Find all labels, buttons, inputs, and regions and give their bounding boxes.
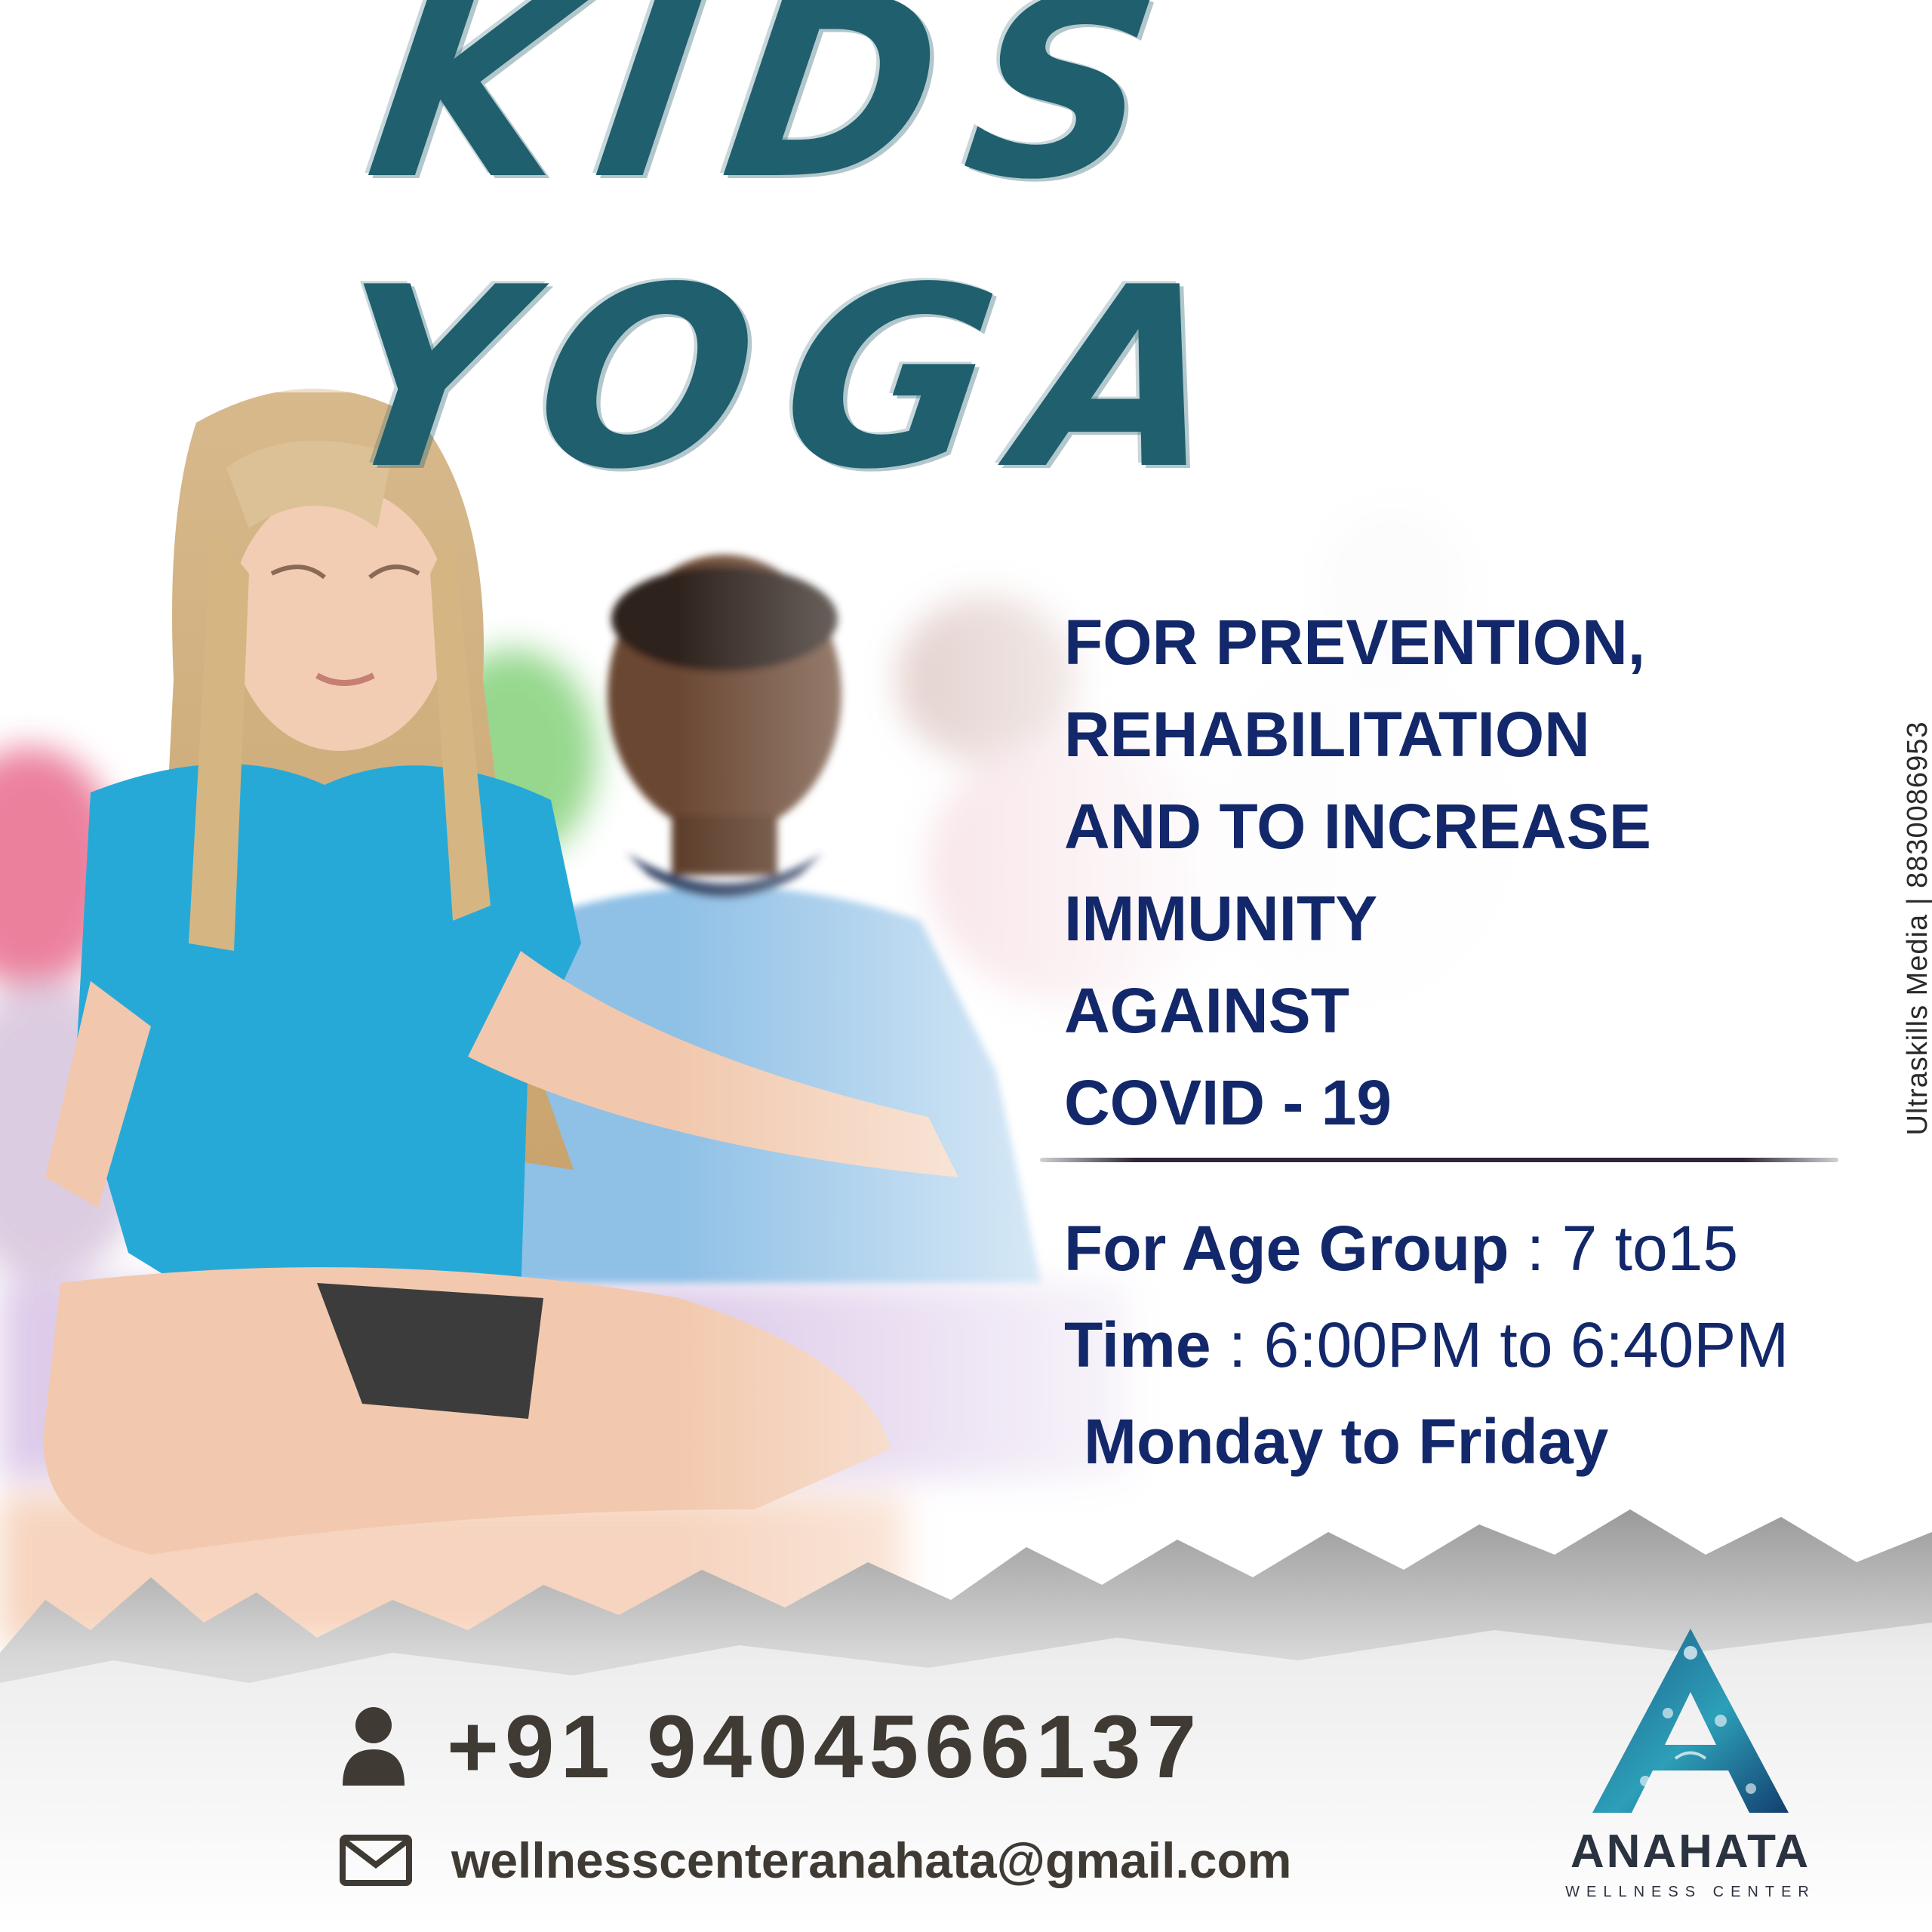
- purpose-line: REHABILITATION: [1064, 699, 1590, 770]
- anahata-logo-mark: [1592, 1629, 1789, 1813]
- poster: KIDS YOGA FOR PREVENTION, REHABILITATION…: [0, 0, 1932, 1932]
- time-row: Time : 6:00PM to 6:40PM: [1064, 1297, 1894, 1393]
- days-row: Monday to Friday: [1084, 1406, 1609, 1477]
- person-icon: [343, 1707, 405, 1786]
- purpose-statement: FOR PREVENTION, REHABILITATION AND TO IN…: [1064, 596, 1804, 1149]
- divider: [1040, 1158, 1838, 1162]
- age-group-value: : 7 to15: [1509, 1213, 1739, 1284]
- purpose-line: IMMUNITY: [1064, 883, 1378, 954]
- headline: KIDS YOGA: [314, 0, 1274, 524]
- purpose-line: FOR PREVENTION,: [1064, 607, 1646, 678]
- brand-tagline: WELLNESS CENTER: [1565, 1884, 1816, 1900]
- email-contact[interactable]: wellnesscenteranahata@gmail.com: [340, 1819, 1291, 1902]
- email-address[interactable]: wellnesscenteranahata@gmail.com: [451, 1832, 1291, 1889]
- envelope-icon: [340, 1835, 412, 1886]
- phone-contact[interactable]: +91 9404566137: [340, 1696, 1202, 1798]
- purpose-line: COVID - 19: [1064, 1067, 1392, 1138]
- time-value: : 6:00PM to 6:40PM: [1211, 1309, 1789, 1380]
- purpose-line: AND TO INCREASE: [1064, 791, 1651, 862]
- purpose-line: AGAINST: [1064, 975, 1349, 1046]
- credit-text: Ultraskills Media | 8830086953: [1902, 721, 1932, 1136]
- brand-logo: ANAHATA WELLNESS CENTER: [1562, 1623, 1819, 1909]
- class-details: For Age Group : 7 to15 Time : 6:00PM to …: [1064, 1200, 1894, 1490]
- age-group-row: For Age Group : 7 to15: [1064, 1200, 1894, 1297]
- time-label: Time: [1064, 1309, 1211, 1380]
- phone-number[interactable]: +91 9404566137: [447, 1696, 1202, 1798]
- age-group-label: For Age Group: [1064, 1213, 1509, 1284]
- brand-name: ANAHATA: [1570, 1826, 1811, 1878]
